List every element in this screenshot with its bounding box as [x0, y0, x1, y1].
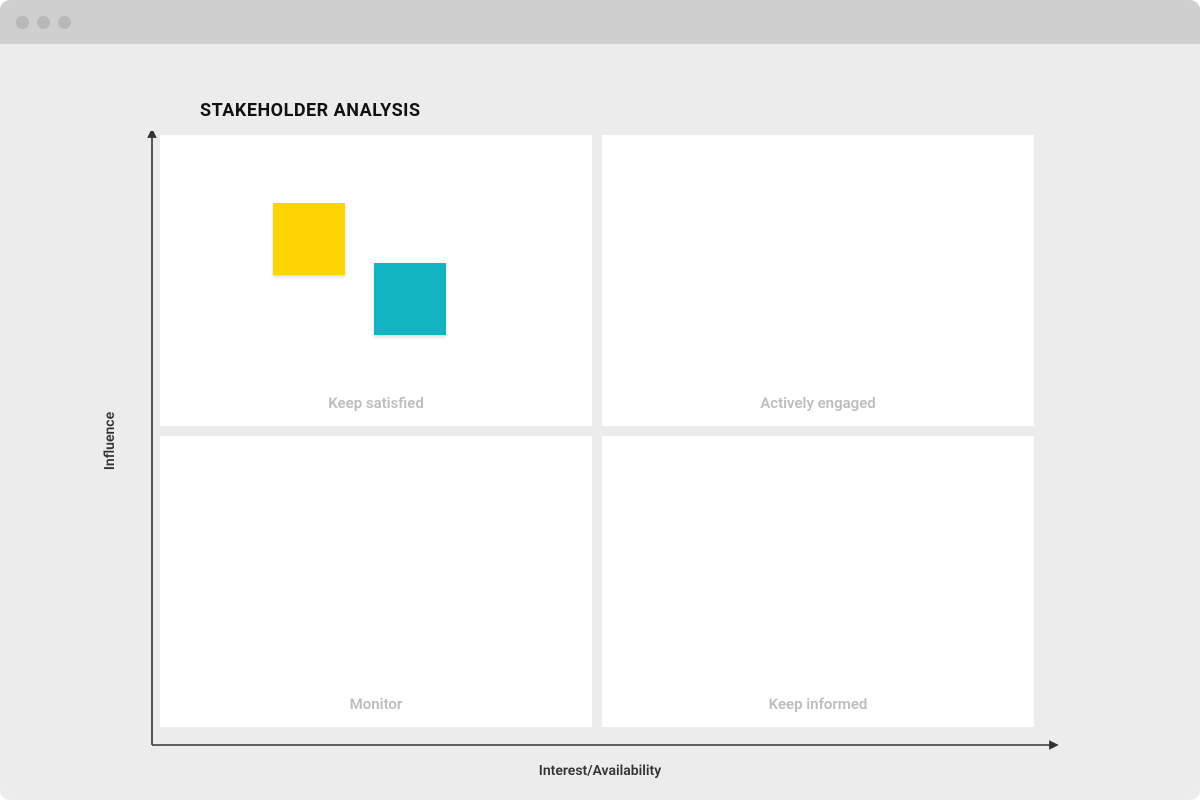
traffic-light-close-icon[interactable]	[16, 16, 29, 29]
quadrant-keep-satisfied[interactable]: Keep satisfied	[160, 135, 592, 426]
quadrant-label: Keep informed	[769, 695, 868, 713]
quadrant-label: Keep satisfied	[328, 394, 424, 412]
quadrant-grid: Keep satisfied Actively engaged Monitor …	[160, 135, 1034, 727]
stakeholder-matrix: Influence Interest/Availability Keep sat…	[140, 131, 1060, 751]
quadrant-actively-engaged[interactable]: Actively engaged	[602, 135, 1034, 426]
x-axis-label: Interest/Availability	[539, 763, 661, 779]
traffic-light-zoom-icon[interactable]	[58, 16, 71, 29]
quadrant-keep-informed[interactable]: Keep informed	[602, 436, 1034, 727]
quadrant-monitor[interactable]: Monitor	[160, 436, 592, 727]
quadrant-label: Actively engaged	[760, 394, 875, 412]
window-titlebar	[0, 0, 1200, 44]
browser-window: Stakeholder Analysis Influence Interest/…	[0, 0, 1200, 800]
y-axis-label: Influence	[102, 412, 118, 470]
sticky-note-teal[interactable]	[374, 263, 446, 335]
quadrant-label: Monitor	[350, 695, 403, 713]
canvas-area: Stakeholder Analysis Influence Interest/…	[0, 44, 1200, 800]
sticky-note-yellow[interactable]	[273, 203, 345, 275]
traffic-light-minimize-icon[interactable]	[37, 16, 50, 29]
page-title: Stakeholder Analysis	[200, 100, 1100, 121]
